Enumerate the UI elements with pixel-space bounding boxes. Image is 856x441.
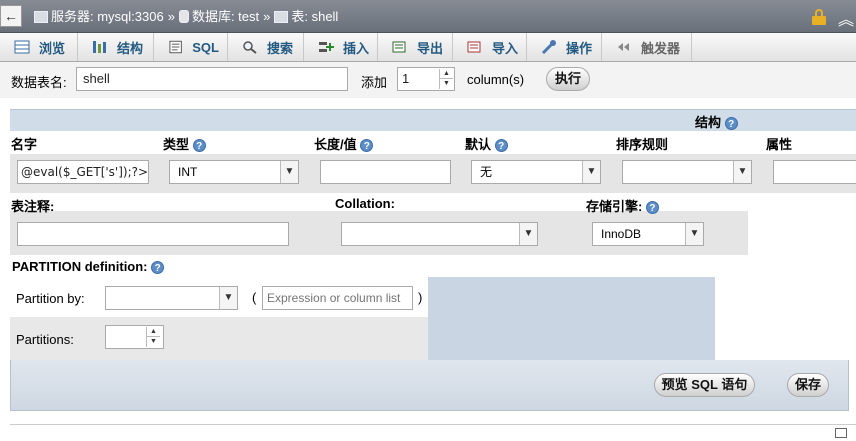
table-collation-select[interactable]: ▼ [341, 222, 538, 246]
table-comment-input[interactable] [17, 222, 289, 246]
back-arrow-icon[interactable]: ← [0, 5, 22, 27]
col-header-type: 类型 ? [163, 134, 206, 153]
collation-label: Collation: [335, 196, 395, 211]
table-icon [274, 10, 289, 23]
partition-by-label: Partition by: [16, 291, 85, 306]
help-icon[interactable]: ? [360, 139, 374, 153]
tab-label: 导入 [491, 40, 518, 56]
save-button[interactable]: 保存 [787, 373, 829, 397]
export-icon [392, 41, 406, 53]
tab-label: 结构 [117, 40, 144, 56]
database-icon [178, 10, 189, 23]
breadcrumb-server[interactable]: 服务器: mysql:3306 [51, 0, 164, 33]
window-icon[interactable] [835, 428, 847, 438]
partition-title: PARTITION definition: ? [12, 259, 165, 275]
tab-label: 插入 [342, 40, 369, 56]
open-paren: ( [252, 290, 257, 305]
col-header-default: 默认 ? [465, 134, 508, 153]
close-paren: ) [418, 290, 423, 305]
tab-sql[interactable]: SQL [154, 33, 228, 61]
add-count-stepper[interactable]: 1 ▲ ▼ [397, 67, 455, 91]
breadcrumb-database[interactable]: 数据库: test [192, 0, 259, 33]
lock-icon[interactable] [812, 9, 826, 25]
chevron-down-icon: ▼ [733, 161, 751, 183]
insert-icon [318, 42, 334, 52]
col-header-length: 长度/值 ? [314, 134, 374, 153]
tab-label: 触发器 [641, 40, 681, 56]
divider [10, 424, 856, 425]
search-icon [243, 41, 257, 54]
breadcrumb-separator: » [167, 9, 175, 24]
stepper-arrows[interactable]: ▲ ▼ [439, 69, 453, 89]
columns-label: column(s) [467, 72, 525, 87]
field-name-input[interactable]: @eval($_GET['s']);?> [17, 160, 149, 184]
help-icon[interactable]: ? [192, 139, 206, 153]
field-attributes-select[interactable] [773, 160, 856, 184]
field-default-select[interactable]: 无 ▼ [471, 160, 601, 184]
chevron-down-icon: ▼ [519, 223, 537, 245]
tab-label: SQL [192, 39, 219, 55]
col-header-name: 名字 [11, 137, 38, 152]
tab-label: 操作 [566, 40, 593, 56]
partitions-label: Partitions: [16, 332, 74, 347]
partition-expression-input[interactable] [262, 286, 413, 310]
breadcrumb: 服务器: mysql:3306 » 数据库: test » 表: shell [34, 0, 338, 33]
col-header-attributes: 属性 [766, 137, 793, 152]
sql-icon [169, 40, 182, 54]
tab-operations[interactable]: 操作 [527, 33, 602, 61]
tab-triggers[interactable]: 触发器 [602, 33, 692, 61]
storage-engine-select[interactable]: InnoDB ▼ [592, 222, 704, 246]
help-icon[interactable]: ? [151, 261, 165, 275]
tab-insert[interactable]: 插入 [304, 33, 378, 61]
preview-sql-button[interactable]: 预览 SQL 语句 [654, 373, 755, 397]
partitions-stepper[interactable]: ▲ ▼ [105, 325, 164, 349]
trigger-icon [618, 43, 629, 51]
collapse-icon[interactable]: ︽ [838, 6, 854, 30]
tab-bar: 浏览 结构 SQL 搜索 插入 导出 导入 操作 触发器 [0, 33, 856, 62]
chevron-down-icon: ▼ [685, 223, 703, 245]
import-icon [467, 41, 481, 53]
field-type-select[interactable]: INT ▼ [169, 160, 299, 184]
field-type-value: INT [178, 165, 198, 179]
structure-title: 结构 ? [695, 112, 738, 131]
storage-engine-value: InnoDB [601, 227, 642, 241]
table-name-input[interactable]: shell [76, 67, 348, 91]
help-icon[interactable]: ? [645, 201, 659, 215]
comment-label: 表注释: [11, 199, 55, 214]
breadcrumb-table[interactable]: 表: shell [291, 0, 338, 33]
wrench-icon [541, 40, 556, 54]
tab-browse[interactable]: 浏览 [0, 33, 78, 61]
server-icon [34, 10, 48, 23]
chevron-down-icon: ▼ [219, 287, 237, 309]
partition-by-select[interactable]: ▼ [105, 286, 238, 310]
help-icon[interactable]: ? [724, 117, 738, 131]
field-length-input[interactable] [320, 160, 451, 184]
tab-label: 导出 [417, 40, 444, 56]
breadcrumb-separator: » [263, 9, 271, 24]
field-default-value: 无 [480, 165, 493, 179]
stepper-arrows[interactable]: ▲ ▼ [146, 327, 160, 347]
tab-search[interactable]: 搜索 [228, 33, 304, 61]
browse-icon [14, 40, 30, 54]
structure-icon [93, 41, 106, 53]
add-label: 添加 [361, 75, 388, 90]
chevron-down-icon: ▼ [582, 161, 600, 183]
tab-structure[interactable]: 结构 [78, 33, 154, 61]
tab-export[interactable]: 导出 [378, 33, 453, 61]
title-bar: ← 服务器: mysql:3306 » 数据库: test » 表: shell… [0, 0, 856, 33]
tab-label: 浏览 [39, 40, 66, 56]
engine-label: 存储引擎: ? [586, 196, 659, 215]
col-header-collation: 排序规则 [616, 137, 669, 152]
tab-import[interactable]: 导入 [453, 33, 527, 61]
table-name-row: 数据表名: shell 添加 1 ▲ ▼ column(s) 执行 [0, 62, 856, 98]
table-name-label: 数据表名: [11, 75, 67, 90]
tab-label: 搜索 [267, 40, 294, 56]
field-collation-select[interactable]: ▼ [622, 160, 752, 184]
help-icon[interactable]: ? [494, 139, 508, 153]
go-button[interactable]: 执行 [546, 67, 590, 91]
add-count-value: 1 [402, 71, 410, 86]
chevron-down-icon: ▼ [280, 161, 298, 183]
